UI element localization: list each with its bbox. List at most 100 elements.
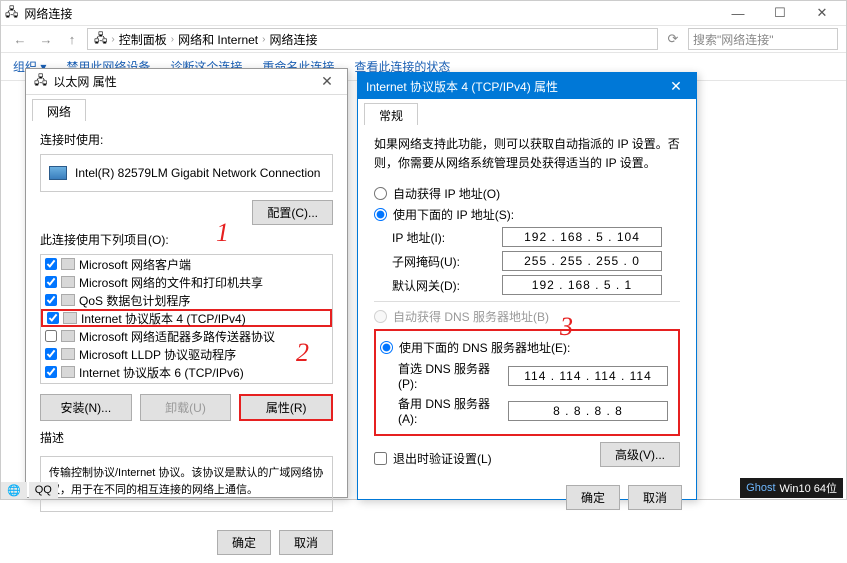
protocol-icon xyxy=(63,312,77,324)
dialog-titlebar: 🖧 以太网 属性 ✕ xyxy=(26,69,347,95)
breadcrumb-item[interactable]: 控制面板 xyxy=(119,31,167,48)
tab-general[interactable]: 常规 xyxy=(364,103,418,125)
cancel-button[interactable]: 取消 xyxy=(628,485,682,510)
dialog-title: Internet 协议版本 4 (TCP/IPv4) 属性 xyxy=(366,78,558,95)
dns1-label: 首选 DNS 服务器(P): xyxy=(398,360,508,391)
checkbox[interactable] xyxy=(45,276,57,288)
back-button[interactable]: ← xyxy=(9,28,31,50)
radio-label: 使用下面的 DNS 服务器地址(E): xyxy=(399,339,570,356)
items-label: 此连接使用下列项目(O): xyxy=(40,231,333,248)
protocol-icon xyxy=(61,258,75,270)
breadcrumb[interactable]: 🖧 › 控制面板 › 网络和 Internet › 网络连接 xyxy=(87,28,658,50)
properties-button[interactable]: 属性(R) xyxy=(239,394,333,421)
list-item[interactable]: Microsoft 网络的文件和打印机共享 xyxy=(41,273,332,291)
breadcrumb-item[interactable]: 网络和 Internet xyxy=(178,31,258,48)
advanced-button[interactable]: 高级(V)... xyxy=(600,442,680,467)
ip-label: IP 地址(I): xyxy=(392,229,502,246)
network-icon: 🖧 xyxy=(94,29,107,50)
explorer-titlebar: 🖧 网络连接 — ☐ ✕ xyxy=(1,1,846,25)
item-label: Internet 协议版本 6 (TCP/IPv6) xyxy=(79,364,244,381)
radio-use-dns[interactable]: 使用下面的 DNS 服务器地址(E): xyxy=(380,339,674,356)
taskbar-item[interactable]: QQ xyxy=(29,482,58,499)
intro-text: 如果网络支持此功能，则可以获取自动指派的 IP 设置。否则，你需要从网络系统管理… xyxy=(374,135,680,173)
ok-button[interactable]: 确定 xyxy=(566,485,620,510)
radio-auto-ip[interactable]: 自动获得 IP 地址(O) xyxy=(374,185,680,202)
close-button[interactable]: ✕ xyxy=(664,78,688,95)
up-button[interactable]: ↑ xyxy=(61,28,83,50)
item-label: Microsoft 网络客户端 xyxy=(79,256,191,273)
adapter-icon xyxy=(49,166,67,180)
radio-label: 自动获得 DNS 服务器地址(B) xyxy=(393,308,549,325)
ip-input[interactable]: 192 . 168 . 5 . 104 xyxy=(502,227,662,247)
list-item[interactable]: Microsoft LLDP 协议驱动程序 xyxy=(41,345,332,363)
mask-input[interactable]: 255 . 255 . 255 . 0 xyxy=(502,251,662,271)
ok-button[interactable]: 确定 xyxy=(217,530,271,555)
radio-auto-dns: 自动获得 DNS 服务器地址(B) xyxy=(374,308,680,325)
radio[interactable] xyxy=(374,187,387,200)
list-item[interactable]: Microsoft 网络适配器多路传送器协议 xyxy=(41,327,332,345)
tab-bar: 网络 xyxy=(26,95,347,121)
list-item[interactable]: 链路层拓扑发现响应程序 xyxy=(41,381,332,384)
search-placeholder: 搜索"网络连接" xyxy=(693,31,774,48)
uninstall-button: 卸载(U) xyxy=(140,394,232,421)
gateway-input[interactable]: 192 . 168 . 5 . 1 xyxy=(502,275,662,295)
dns1-input[interactable]: 114 . 114 . 114 . 114 xyxy=(508,366,668,386)
checkbox[interactable] xyxy=(45,348,57,360)
radio-use-ip[interactable]: 使用下面的 IP 地址(S): xyxy=(374,206,680,223)
radio[interactable] xyxy=(374,208,387,221)
ipv4-properties-dialog: Internet 协议版本 4 (TCP/IPv4) 属性 ✕ 常规 如果网络支… xyxy=(357,72,697,500)
cancel-button[interactable]: 取消 xyxy=(279,530,333,555)
protocol-icon xyxy=(61,366,75,378)
checkbox[interactable] xyxy=(45,330,57,342)
item-label: Internet 协议版本 4 (TCP/IPv4) xyxy=(81,310,246,327)
maximize-button[interactable]: ☐ xyxy=(760,2,800,24)
chevron-right-icon: › xyxy=(262,34,265,45)
connect-using-label: 连接时使用: xyxy=(40,131,333,148)
list-item[interactable]: Internet 协议版本 6 (TCP/IPv6) xyxy=(41,363,332,381)
breadcrumb-item[interactable]: 网络连接 xyxy=(269,31,317,48)
validate-checkbox-row[interactable]: 退出时验证设置(L) xyxy=(374,450,492,467)
taskbar-item[interactable]: 🌐 xyxy=(1,482,27,499)
item-label: QoS 数据包计划程序 xyxy=(79,292,190,309)
protocol-icon xyxy=(61,294,75,306)
checkbox[interactable] xyxy=(45,366,57,378)
tab-bar: 常规 xyxy=(358,99,696,125)
protocol-list[interactable]: Microsoft 网络客户端 Microsoft 网络的文件和打印机共享 Qo… xyxy=(40,254,333,384)
network-icon: 🖧 xyxy=(5,3,18,24)
close-button[interactable]: ✕ xyxy=(315,73,339,90)
gateway-label: 默认网关(D): xyxy=(392,277,502,294)
close-button[interactable]: ✕ xyxy=(802,2,842,24)
tray-brand: Ghost xyxy=(746,482,775,494)
configure-button[interactable]: 配置(C)... xyxy=(252,200,333,225)
list-item-ipv4[interactable]: Internet 协议版本 4 (TCP/IPv4) xyxy=(41,309,332,327)
refresh-button[interactable]: ⟳ xyxy=(662,28,684,50)
window-title: 网络连接 xyxy=(24,5,72,22)
protocol-icon xyxy=(61,348,75,360)
address-bar: ← → ↑ 🖧 › 控制面板 › 网络和 Internet › 网络连接 ⟳ 搜… xyxy=(1,25,846,53)
checkbox[interactable] xyxy=(45,294,57,306)
mask-label: 子网掩码(U): xyxy=(392,253,502,270)
search-input[interactable]: 搜索"网络连接" xyxy=(688,28,838,50)
radio[interactable] xyxy=(380,341,393,354)
protocol-icon xyxy=(61,276,75,288)
minimize-button[interactable]: — xyxy=(718,2,758,24)
checkbox[interactable] xyxy=(374,452,387,465)
description-text: 传输控制协议/Internet 协议。该协议是默认的广域网络协议，用于在不同的相… xyxy=(40,456,333,512)
chevron-right-icon: › xyxy=(171,34,174,45)
adapter-box: Intel(R) 82579LM Gigabit Network Connect… xyxy=(40,154,333,192)
dns2-input[interactable]: 8 . 8 . 8 . 8 xyxy=(508,401,668,421)
adapter-name: Intel(R) 82579LM Gigabit Network Connect… xyxy=(75,166,320,180)
checkbox[interactable] xyxy=(45,258,57,270)
dialog-title: 以太网 属性 xyxy=(53,73,116,90)
dns2-label: 备用 DNS 服务器(A): xyxy=(398,395,508,426)
install-button[interactable]: 安装(N)... xyxy=(40,394,132,421)
list-item[interactable]: Microsoft 网络客户端 xyxy=(41,255,332,273)
item-label: 链路层拓扑发现响应程序 xyxy=(79,382,211,385)
tray-os: Win10 64位 xyxy=(780,480,837,496)
tab-network[interactable]: 网络 xyxy=(32,99,86,121)
taskbar-fragments: 🌐 QQ xyxy=(1,482,58,499)
list-item[interactable]: QoS 数据包计划程序 xyxy=(41,291,332,309)
system-tray: Ghost Win10 64位 xyxy=(740,478,843,498)
checkbox[interactable] xyxy=(47,312,59,324)
forward-button[interactable]: → xyxy=(35,28,57,50)
